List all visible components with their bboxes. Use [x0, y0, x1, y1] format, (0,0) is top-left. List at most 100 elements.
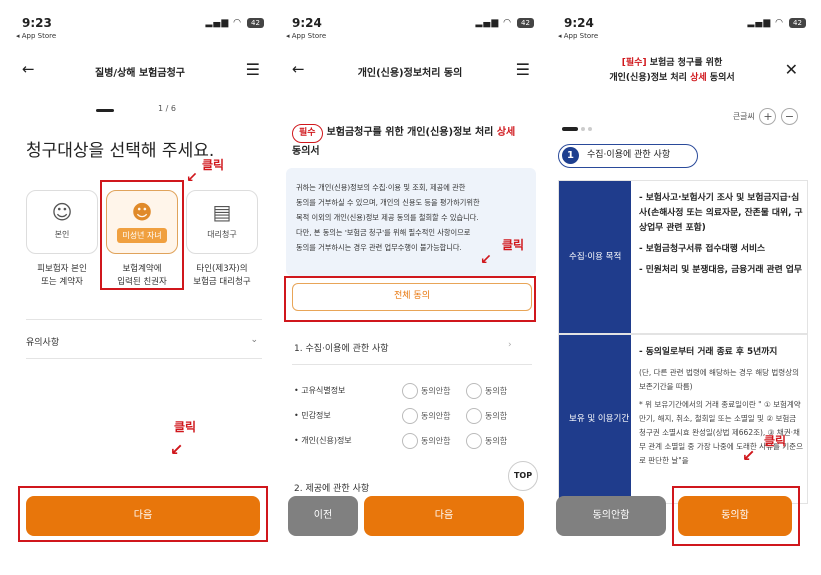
required-badge: 필수: [292, 124, 323, 143]
scroll-top-button[interactable]: TOP: [508, 461, 538, 491]
radio-label: 동의안함: [421, 436, 451, 446]
battery-icon: 42: [517, 18, 534, 28]
radio-label: 동의함: [485, 386, 508, 396]
item-name: • 민감정보: [294, 411, 331, 420]
option-label: 본인: [54, 230, 70, 239]
option-proxy[interactable]: ▤ 대리청구: [186, 190, 258, 254]
status-bar: 9:23 ◂ App Store ▂▄▆ ◠ 42: [16, 16, 264, 44]
notice-row[interactable]: 유의사항 ⌄: [26, 335, 258, 348]
screen-consent-list: 9:24 ◂ App Store ▂▄▆ ◠ 42 ← 개인(신용)정보처리 동…: [276, 0, 544, 575]
click-annotation: 클릭: [174, 420, 197, 434]
disagree-button[interactable]: 동의안함: [556, 496, 666, 536]
next-button[interactable]: 다음: [364, 496, 524, 536]
screen-claim-target: 9:23 ◂ App Store ▂▄▆ ◠ 42 ← 질병/상해 보험금청구 …: [6, 0, 274, 575]
table-row-purpose: 수집·이용 목적 - 보험사고·보험사기 조사 및 보험금지급·심사(손해사정 …: [558, 180, 808, 334]
click-annotation: 클릭: [502, 238, 525, 252]
row-label: 보유 및 이용기간: [559, 335, 631, 503]
heading-highlight: 상세: [496, 127, 516, 138]
chevron-down-icon: ⌄: [250, 335, 258, 345]
highlight-box: [18, 486, 268, 542]
consent-heading: 필수 보험금청구를 위한 개인(신용)정보 처리 상세 동의서: [292, 124, 534, 160]
radio-label: 동의함: [485, 436, 508, 446]
row-content: - 보험사고·보험사기 조사 및 보험금지급·심사(손해사정 또는 의료자문, …: [639, 191, 803, 284]
radio-label: 동의안함: [421, 411, 451, 421]
title-text: 보험금 청구를 위한: [646, 58, 723, 68]
heading-text: 보험금청구를 위한 개인(신용)정보 처리: [326, 127, 497, 138]
purpose-item: - 민원처리 및 분쟁대응, 금융거래 관련 업무: [639, 265, 802, 275]
screen-consent-detail: 9:24 ◂ App Store ▂▄▆ ◠ 42 [필수] 보험금 청구를 위…: [548, 0, 816, 575]
status-bar: 9:24 ◂ App Store ▂▄▆ ◠ 42: [286, 16, 534, 44]
step-progress: 1 / 6: [96, 104, 176, 116]
caption-line: 또는 계약자: [41, 277, 83, 287]
notice-label: 유의사항: [26, 338, 60, 348]
period-sub: (단, 다른 관련 법령에 해당하는 경우 해당 법령상의 보존기간을 따름): [639, 368, 799, 391]
disagree-radio[interactable]: 동의안함: [402, 383, 450, 399]
menu-icon[interactable]: ☰: [246, 60, 260, 79]
chevron-right-icon: ›: [508, 340, 512, 350]
title-required: [필수]: [621, 58, 647, 68]
section-title: 수집·이용에 관한 사항: [587, 150, 671, 160]
agree-radio[interactable]: 동의함: [466, 408, 507, 424]
option-caption-proxy: 타인(제3자)의 보험금 대리청구: [182, 263, 262, 289]
prev-button[interactable]: 이전: [288, 496, 358, 536]
section-collection[interactable]: 1. 수집·이용에 관한 사항: [294, 341, 389, 354]
table-row-period: 보유 및 이용기간 - 동의일로부터 거래 종료 후 5년까지 (단, 다른 관…: [558, 334, 808, 504]
arrow-annotation-icon: ↙: [480, 252, 492, 268]
back-to-app-store[interactable]: ◂ App Store: [558, 32, 598, 40]
status-time: 9:24: [564, 16, 594, 30]
radio-label: 동의안함: [421, 386, 451, 396]
caption-line: 타인(제3자)의: [196, 264, 248, 274]
purpose-item: - 보험사고·보험사기 조사 및 보험금지급·심사(손해사정 또는 의료자문, …: [639, 193, 803, 233]
back-to-app-store[interactable]: ◂ App Store: [286, 32, 326, 40]
progress-text: 1 / 6: [158, 104, 176, 113]
divider: [26, 319, 262, 320]
arrow-annotation-icon: ↙: [186, 170, 198, 186]
tutorial-page: 9:23 ◂ App Store ▂▄▆ ◠ 42 ← 질병/상해 보험금청구 …: [0, 0, 821, 575]
menu-icon[interactable]: ☰: [516, 60, 530, 79]
row-label: 수집·이용 목적: [559, 181, 631, 333]
click-annotation: 클릭: [764, 434, 787, 448]
arrow-annotation-icon: ↙: [170, 440, 184, 459]
highlight-box: [672, 486, 800, 546]
title-text: 개인(신용)정보 처리: [609, 73, 691, 83]
consent-item-personal: • 개인(신용)정보 동의안함 동의함: [294, 433, 532, 451]
document-person-icon: ▤: [212, 200, 232, 224]
close-icon[interactable]: ✕: [785, 60, 798, 79]
heading-text: 동의서: [292, 146, 320, 157]
option-label: 대리청구: [207, 230, 237, 239]
disagree-radio[interactable]: 동의안함: [402, 433, 450, 449]
agree-radio[interactable]: 동의함: [466, 433, 507, 449]
divider: [292, 364, 532, 365]
info-line: 다만, 본 동의는 '보험금 청구'를 위해 필수적인 사항이므로: [296, 228, 471, 237]
page-title: 개인(신용)정보처리 동의: [357, 68, 463, 79]
adult-face-icon: ☺: [51, 200, 73, 224]
title-highlight: 상세: [690, 73, 707, 83]
status-time: 9:24: [292, 16, 322, 30]
select-heading: 청구대상을 선택해 주세요.: [26, 141, 215, 161]
section-number: 1: [562, 147, 579, 164]
status-bar: 9:24 ◂ App Store ▂▄▆ ◠ 42: [558, 16, 806, 44]
page-title: 질병/상해 보험금청구: [95, 68, 185, 79]
battery-icon: 42: [789, 18, 806, 28]
option-caption-self: 피보험자 본인 또는 계약자: [22, 263, 102, 289]
agree-radio[interactable]: 동의함: [466, 383, 507, 399]
option-self[interactable]: ☺ 본인: [26, 190, 98, 254]
row-content: - 동의일로부터 거래 종료 후 5년까지 (단, 다른 관련 법령에 해당하는…: [639, 345, 803, 472]
progress-bar: [96, 109, 114, 112]
font-minus-button[interactable]: −: [781, 108, 798, 125]
signal-wifi-icon: ▂▄▆ ◠: [475, 18, 512, 28]
disagree-radio[interactable]: 동의안함: [402, 408, 450, 424]
back-to-app-store[interactable]: ◂ App Store: [16, 32, 56, 40]
signal-wifi-icon: ▂▄▆ ◠: [205, 18, 242, 28]
info-line: 동의를 거부하실 수 있으며, 개인의 신용도 등을 평가하기위한: [296, 198, 480, 207]
section-provision[interactable]: 2. 제공에 관한 사항: [294, 481, 369, 494]
font-plus-button[interactable]: +: [759, 108, 777, 125]
signal-wifi-icon: ▂▄▆ ◠: [747, 18, 784, 28]
section-pill: 1 수집·이용에 관한 사항: [558, 144, 698, 168]
item-name: • 고유식별정보: [294, 386, 346, 395]
font-size-control: 큰글씨 + −: [733, 108, 798, 125]
period-main: - 동의일로부터 거래 종료 후 5년까지: [639, 347, 778, 357]
divider: [26, 358, 262, 359]
highlight-box: [284, 276, 536, 322]
click-annotation: 클릭: [202, 158, 225, 172]
